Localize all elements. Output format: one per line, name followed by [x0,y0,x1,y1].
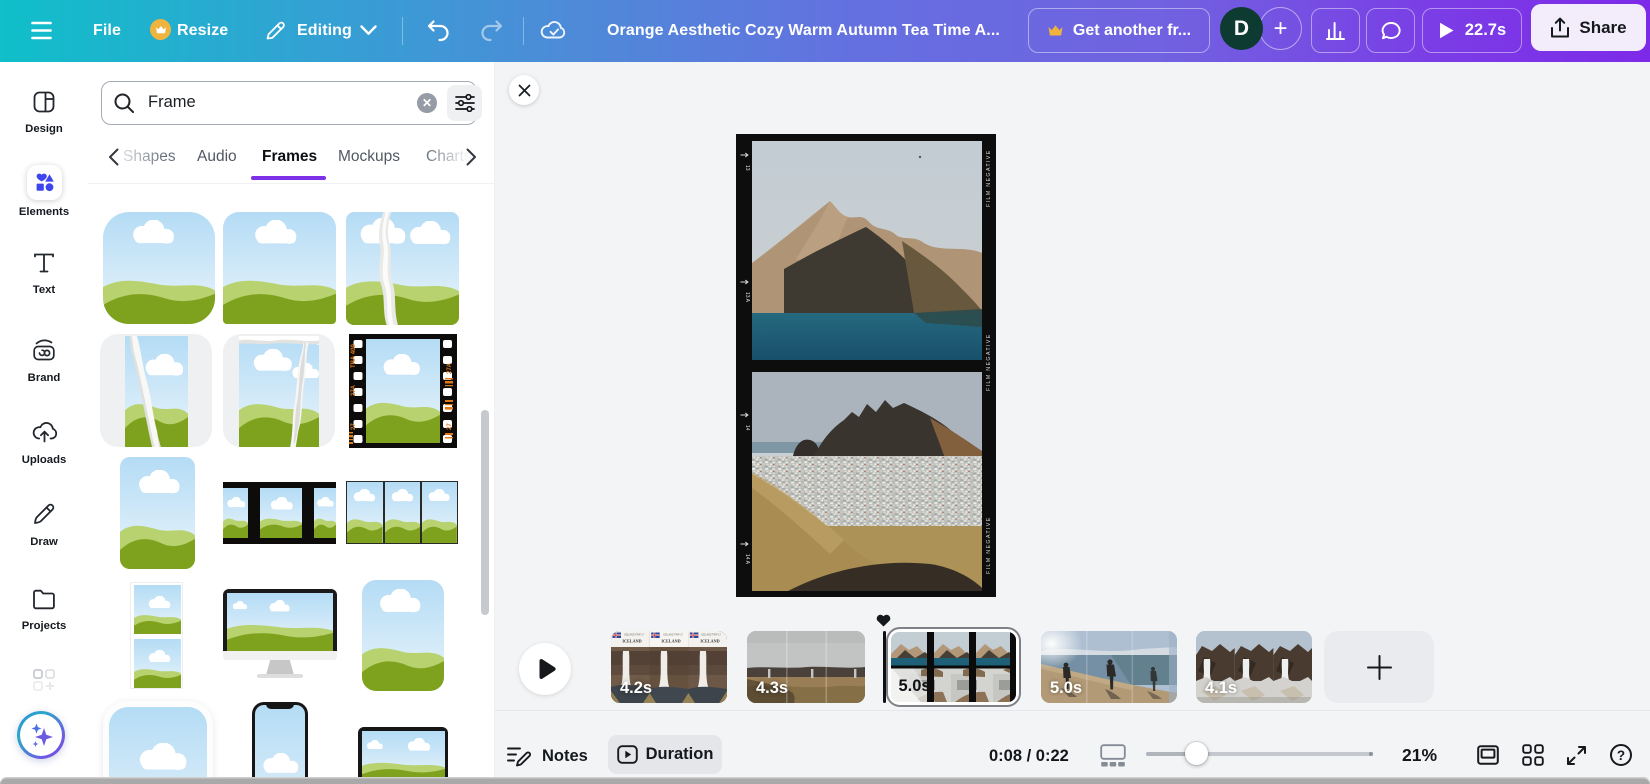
svg-text:14: 14 [744,425,750,431]
svg-text:ICELAND TRIP 17: ICELAND TRIP 17 [663,634,683,637]
svg-text:27: 27 [447,423,453,430]
svg-text:14 A: 14 A [744,554,750,565]
svg-text:ICELAND: ICELAND [700,639,719,644]
svg-text:ICELAND TRIP 17: ICELAND TRIP 17 [624,634,644,637]
svg-text:13 A: 13 A [744,292,750,303]
svg-text:TRA 400: TRA 400 [351,344,357,368]
svg-text:ICELAND: ICELAND [661,639,680,644]
svg-text:27A: 27A [351,384,357,396]
svg-text:27: 27 [351,423,357,430]
svg-text:ICELAND TRIP 17: ICELAND TRIP 17 [701,634,721,637]
svg-text:27A: 27A [447,362,453,374]
svg-text:FILM NEGATIVE: FILM NEGATIVE [986,149,992,207]
svg-text:FILM NEGATIVE: FILM NEGATIVE [986,516,992,574]
svg-text:13: 13 [744,165,750,171]
svg-text:FILM NEGATIVE: FILM NEGATIVE [986,333,992,391]
svg-text:ICELAND: ICELAND [622,639,641,644]
